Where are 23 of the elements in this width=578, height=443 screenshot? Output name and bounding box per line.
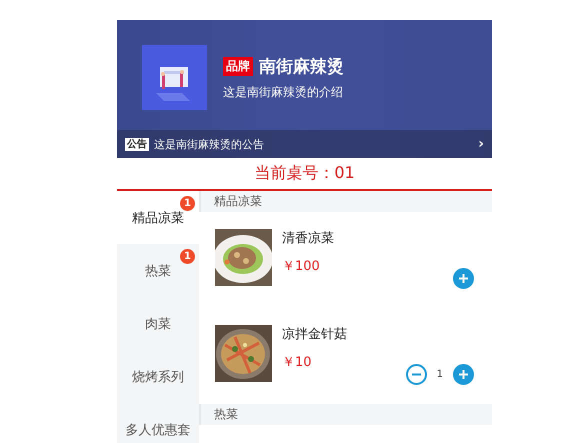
brand-tag: 品牌 bbox=[223, 57, 253, 76]
count-badge: 1 bbox=[180, 196, 195, 211]
notice-tag: 公告 bbox=[125, 138, 149, 150]
plus-icon bbox=[458, 369, 469, 380]
table-number: 当前桌号：01 bbox=[254, 163, 355, 184]
chevron-icon: › bbox=[478, 136, 484, 152]
notice-text: 这是南街麻辣烫的公告 bbox=[154, 136, 265, 152]
plus-button[interactable] bbox=[453, 268, 474, 289]
quantity: 1 bbox=[436, 369, 443, 380]
plus-icon bbox=[458, 273, 469, 284]
plus-button[interactable] bbox=[453, 364, 474, 385]
section-header: 热菜 bbox=[199, 404, 492, 425]
dish-name: 清香凉菜 bbox=[282, 230, 334, 247]
shop-intro: 这是南街麻辣烫的介绍 bbox=[223, 84, 344, 101]
category-item[interactable]: 精品凉菜 1 bbox=[117, 191, 199, 244]
dish-name: 凉拌金针菇 bbox=[282, 326, 347, 343]
count-badge: 1 bbox=[180, 249, 195, 264]
shop-name: 南街麻辣烫 bbox=[259, 56, 344, 78]
notice-bar[interactable]: 公告 这是南街麻辣烫的公告 › bbox=[117, 130, 492, 158]
dish-price: ￥10 bbox=[282, 354, 313, 371]
section-header: 精品凉菜 bbox=[199, 191, 492, 212]
dish-price: ￥100 bbox=[282, 258, 321, 275]
minus-button[interactable] bbox=[406, 364, 427, 385]
